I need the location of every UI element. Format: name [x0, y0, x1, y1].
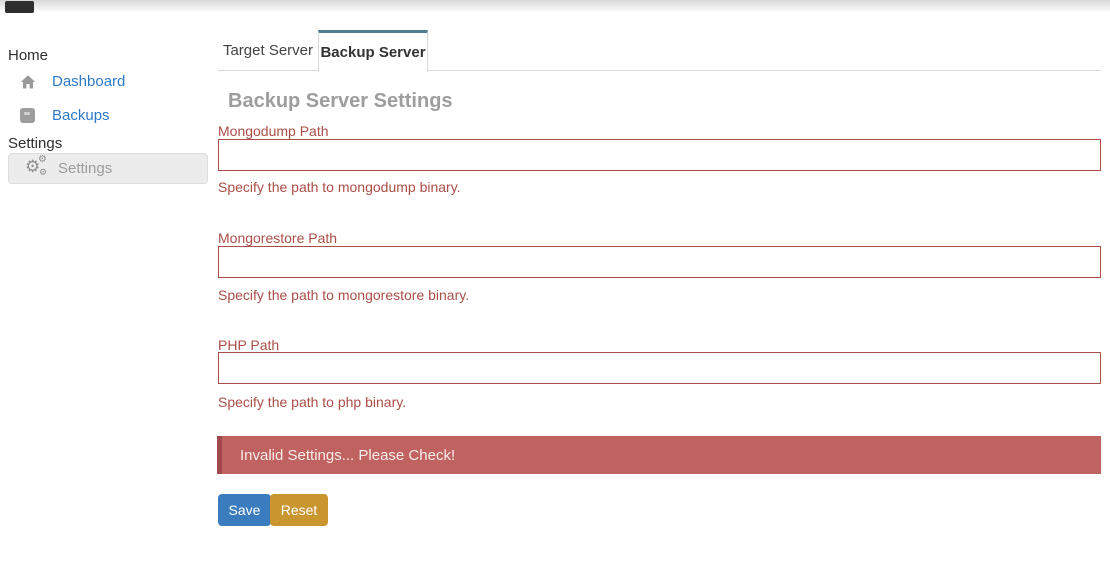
php-path-input[interactable]: [218, 352, 1101, 384]
sidebar-item-backups[interactable]: Backups: [0, 106, 208, 130]
mongorestore-path-input[interactable]: [218, 246, 1101, 278]
sidebar: Home Dashboard Backups Settings ⚙ ⚙ ⚙ Se…: [0, 0, 210, 581]
gears-icon: ⚙ ⚙ ⚙: [25, 157, 51, 181]
sidebar-item-label: Settings: [58, 160, 112, 177]
sidebar-item-label: Dashboard: [52, 73, 125, 90]
mongorestore-path-label: Mongorestore Path: [218, 230, 337, 246]
home-icon: [20, 74, 36, 90]
php-path-help: Specify the path to php binary.: [218, 394, 406, 410]
sidebar-section-settings: Settings: [8, 135, 62, 152]
mongodump-path-help: Specify the path to mongodump binary.: [218, 179, 461, 195]
mongodump-path-input[interactable]: [218, 139, 1101, 171]
mongorestore-path-help: Specify the path to mongorestore binary.: [218, 287, 469, 303]
mongodump-path-label: Mongodump Path: [218, 123, 329, 139]
alert-message: Invalid Settings... Please Check!: [240, 447, 455, 464]
sidebar-item-settings[interactable]: ⚙ ⚙ ⚙ Settings: [8, 153, 208, 184]
save-button[interactable]: Save: [218, 494, 271, 526]
sidebar-item-dashboard[interactable]: Dashboard: [0, 72, 208, 96]
app-window: Home Dashboard Backups Settings ⚙ ⚙ ⚙ Se…: [0, 0, 1110, 581]
tab-backup-server[interactable]: Backup Server: [318, 30, 428, 72]
sidebar-item-label: Backups: [52, 107, 110, 124]
php-path-label: PHP Path: [218, 337, 279, 353]
page-title: Backup Server Settings: [228, 90, 453, 113]
reset-button[interactable]: Reset: [270, 494, 328, 526]
sidebar-section-home: Home: [8, 47, 48, 64]
tab-target-server[interactable]: Target Server: [218, 30, 318, 71]
drive-icon: [20, 108, 35, 123]
invalid-settings-alert: Invalid Settings... Please Check!: [217, 436, 1101, 474]
